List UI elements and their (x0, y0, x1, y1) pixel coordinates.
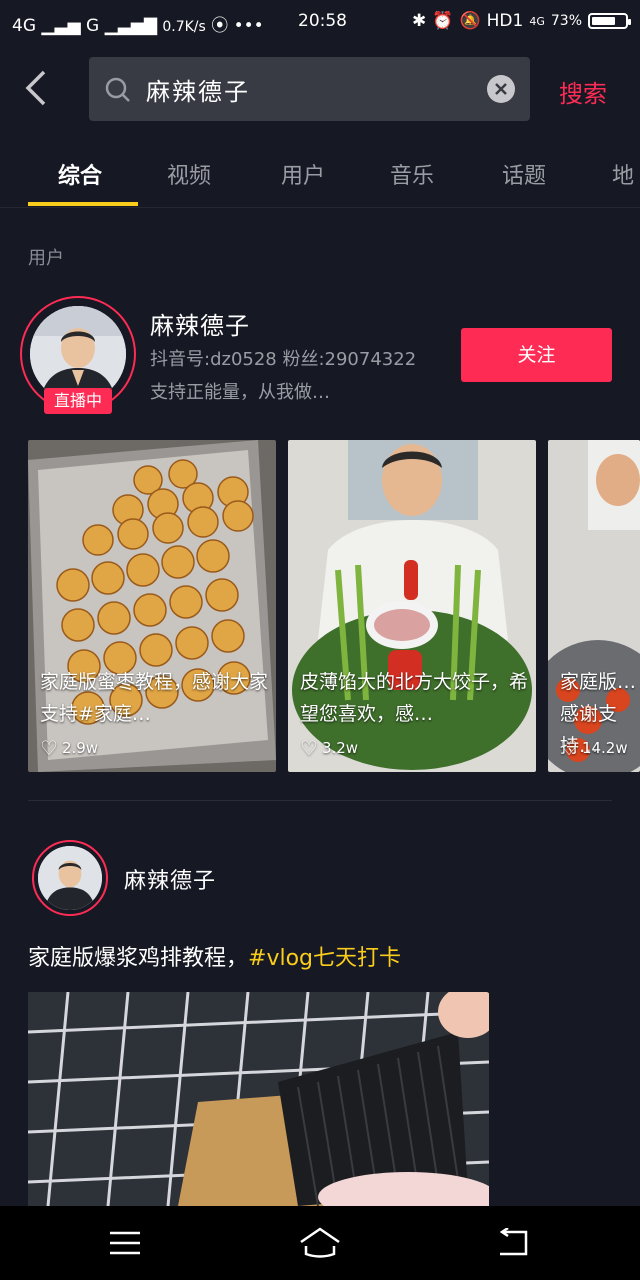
search-button[interactable]: 搜索 (559, 74, 607, 109)
tab-bar: 综合 视频 用户 音乐 话题 地 (0, 148, 640, 208)
heart-icon: ♡ (560, 736, 578, 760)
post-caption: 家庭版爆浆鸡排教程，#vlog七天打卡 (28, 940, 401, 972)
live-badge: 直播中 (44, 388, 112, 414)
alarm-icon: ⏰ (432, 11, 454, 31)
hotspot-icon: ⦿ (211, 16, 229, 36)
video-caption: 家庭版蜜枣教程，感谢大家支持#家庭… (40, 671, 269, 725)
hashtag-link[interactable]: #vlog七天打卡 (248, 946, 401, 971)
tab-music[interactable]: 音乐 (390, 158, 434, 190)
network-speed: 0.7K/s (162, 19, 206, 35)
like-count: 14.2w (581, 739, 628, 757)
signal-4g-icon: 4G (529, 14, 545, 28)
post-video[interactable] (28, 992, 489, 1206)
clock: 20:58 (298, 11, 347, 31)
follow-button[interactable]: 关注 (461, 328, 612, 382)
heart-icon: ♡ (40, 736, 58, 760)
section-label-users: 用户 (28, 248, 64, 269)
hd-indicator: HD1 (486, 11, 524, 31)
post-caption-text: 家庭版爆浆鸡排教程， (28, 946, 249, 971)
video-likes: ♡ 3.2w (300, 736, 358, 760)
heart-icon: ♡ (300, 736, 318, 760)
more-dots-icon: ••• (233, 16, 264, 36)
user-meta: 抖音号:dz0528 粉丝:29074322 (150, 349, 417, 370)
like-count: 3.2w (321, 739, 359, 757)
status-right: ✱ ⏰ 🔕 HD1 4G 73% (412, 11, 631, 31)
user-name[interactable]: 麻辣德子 (150, 306, 250, 341)
like-count: 2.9w (61, 739, 99, 757)
divider (28, 800, 612, 801)
status-left: 4G ▁▃▅ G ▁▃▅▇ 0.7K/s ⦿ ••• (12, 11, 264, 36)
signal-bars-icon-2: ▁▃▅▇ (104, 16, 157, 36)
signal-4g: 4G (12, 16, 36, 36)
post-video-image (28, 992, 489, 1206)
mute-bell-icon: 🔕 (459, 11, 481, 31)
tab-topics[interactable]: 话题 (502, 158, 546, 190)
system-nav-bar (0, 1206, 640, 1280)
signal-g: G (86, 16, 100, 36)
video-caption: 皮薄馅大的北方大饺子，希望您喜欢，感… (300, 671, 529, 725)
back-nav-icon[interactable] (496, 1228, 532, 1258)
bluetooth-icon: ✱ (412, 11, 427, 31)
battery-icon (588, 13, 631, 29)
battery-fill (592, 17, 615, 25)
video-likes: ♡ 2.9w (40, 736, 98, 760)
status-bar: 4G ▁▃▅ G ▁▃▅▇ 0.7K/s ⦿ ••• 20:58 ✱ ⏰ 🔕 H… (0, 0, 640, 44)
search-query[interactable]: 麻辣德子 (146, 72, 250, 107)
tab-videos[interactable]: 视频 (167, 158, 211, 190)
video-likes: ♡ 14.2w (560, 736, 628, 760)
divider (0, 207, 640, 208)
back-icon[interactable] (22, 68, 50, 108)
tab-general[interactable]: 综合 (58, 158, 102, 190)
home-icon[interactable] (298, 1226, 342, 1258)
active-tab-indicator (28, 202, 138, 206)
battery-percent: 73% (550, 13, 582, 29)
video-thumbnail[interactable]: 家庭版…感谢支持… ♡ 14.2w (548, 440, 640, 772)
video-thumbnail[interactable]: 家庭版蜜枣教程，感谢大家支持#家庭… ♡ 2.9w (28, 440, 276, 772)
user-bio: 支持正能量，从我做… (150, 382, 330, 403)
search-icon (105, 77, 130, 102)
menu-icon[interactable] (108, 1230, 142, 1256)
tab-places[interactable]: 地 (612, 158, 634, 190)
video-thumbnail[interactable]: 皮薄馅大的北方大饺子，希望您喜欢，感… ♡ 3.2w (288, 440, 536, 772)
signal-bars-icon: ▁▃▅ (41, 16, 81, 36)
post-author[interactable]: 麻辣德子 (124, 863, 216, 895)
tab-users[interactable]: 用户 (281, 158, 325, 190)
post-avatar[interactable] (38, 846, 102, 910)
clear-icon[interactable] (487, 75, 515, 103)
